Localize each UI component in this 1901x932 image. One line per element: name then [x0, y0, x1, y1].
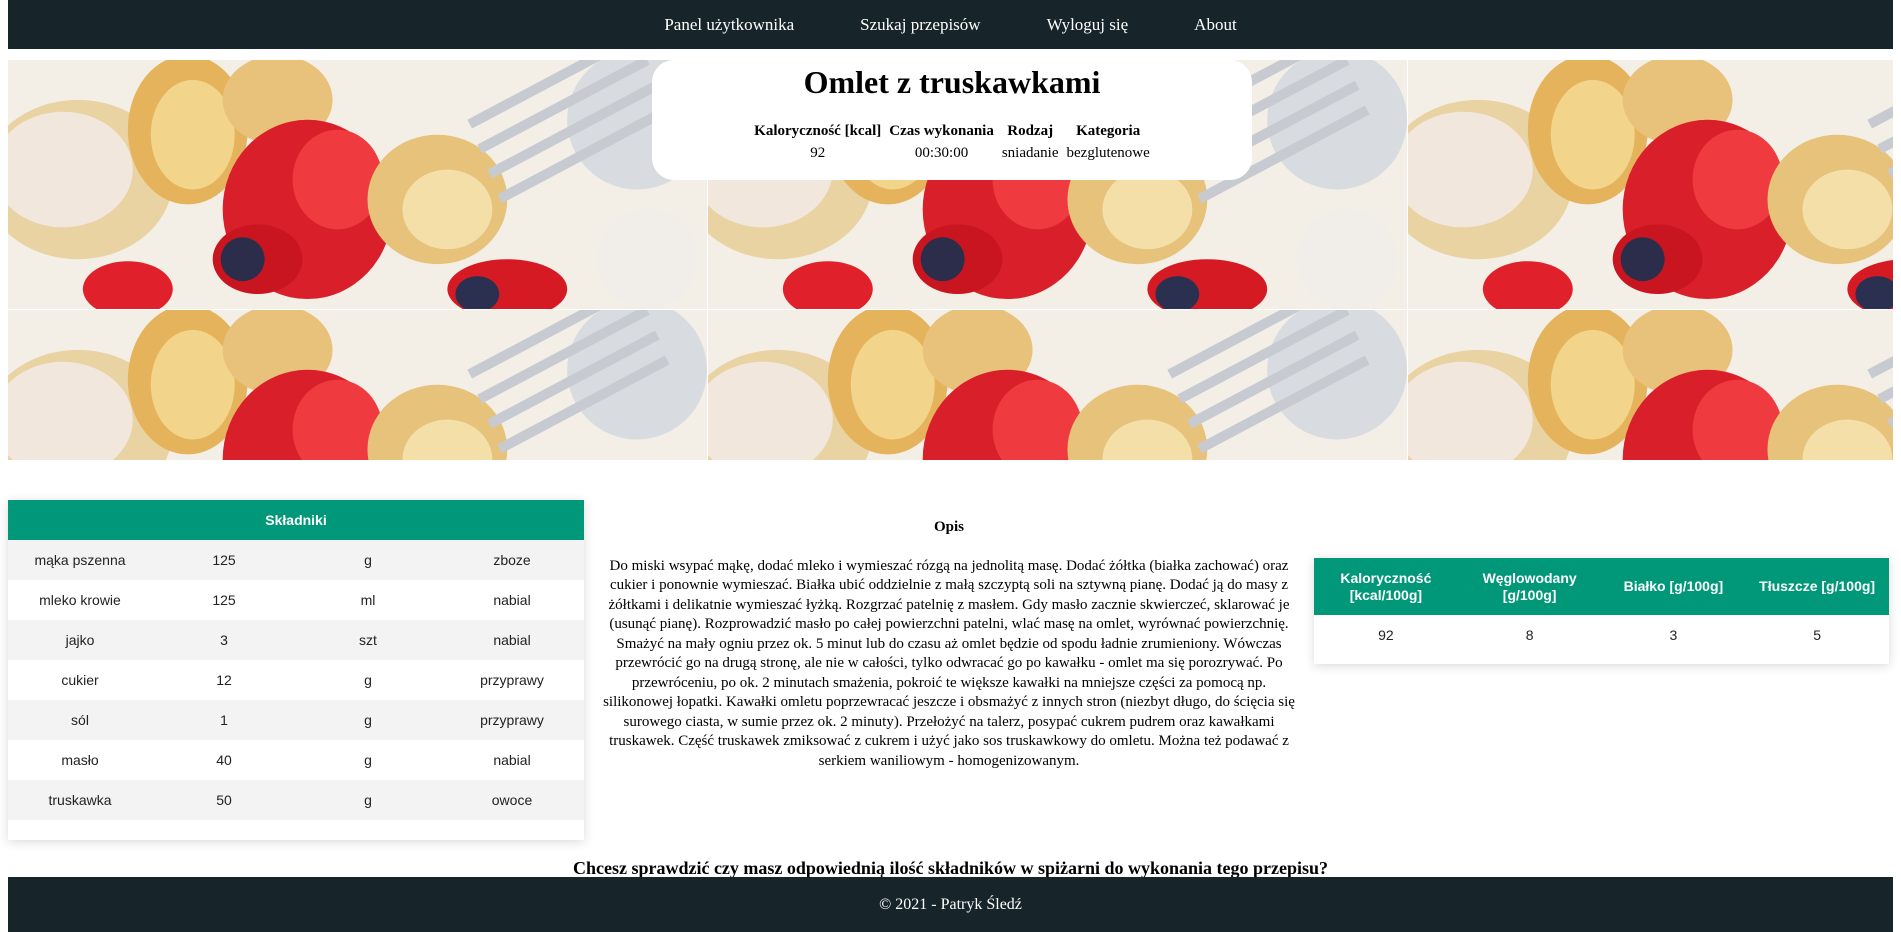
nav-link-logout[interactable]: Wyloguj się [1047, 15, 1129, 35]
table-row: mleko krowie 125 ml nabial [8, 580, 584, 620]
nav-link-search-recipes[interactable]: Szukaj przepisów [860, 15, 980, 35]
ingredient-unit: szt [359, 632, 377, 648]
nav-link-about[interactable]: About [1194, 15, 1237, 35]
nutrition-header-protein: Białko [g/100g] [1623, 578, 1724, 594]
nutrition-value-calories: 92 [1378, 626, 1394, 643]
ingredient-name: cukier [61, 672, 99, 688]
ingredient-unit: g [364, 552, 372, 568]
header-time: Czas wykonania [889, 123, 994, 139]
ingredient-category: zboze [493, 552, 531, 568]
recipe-info-table: Kaloryczność [kcal] Czas wykonania Rodza… [750, 120, 1154, 164]
ingredient-category: przyprawy [480, 712, 544, 728]
header-calories: Kaloryczność [kcal] [754, 123, 882, 139]
value-type: sniadanie [1001, 145, 1059, 161]
ingredient-unit: g [364, 672, 372, 688]
nav-link-user-panel[interactable]: Panel użytkownika [664, 15, 794, 35]
ingredient-category: nabial [493, 752, 531, 768]
ingredient-unit: g [364, 792, 372, 808]
ingredient-name: truskawka [48, 792, 112, 808]
nutrition-header-fat: Tłuszcze [g/100g] [1759, 578, 1876, 594]
ingredient-category: owoce [491, 792, 533, 808]
hero-photo-tile [1408, 60, 1893, 309]
ingredient-name: masło [61, 752, 99, 768]
ingredient-name: mąka pszenna [34, 552, 126, 568]
ingredient-amount: 125 [212, 592, 236, 608]
hero-photo-tile [8, 310, 707, 460]
hero-photo-tile [1408, 310, 1893, 460]
ingredient-unit: g [364, 752, 372, 768]
nutrition-header-carbs: Węglowodany [g/100g] [1482, 569, 1577, 603]
nutrition-value-carbs: 8 [1525, 626, 1534, 643]
ingredient-amount: 3 [220, 632, 228, 648]
top-navbar: Panel użytkownika Szukaj przepisów Wylog… [8, 0, 1893, 49]
header-type: Rodzaj [1007, 123, 1054, 139]
ingredient-category: nabial [493, 592, 531, 608]
ingredient-unit: ml [360, 592, 376, 608]
ingredients-table: Składniki mąka pszenna 125 g zboze mleko kro… [8, 500, 584, 840]
nutrition-value-protein: 3 [1669, 626, 1678, 643]
header-category: Kategoria [1076, 123, 1141, 139]
ingredient-amount: 1 [220, 712, 228, 728]
table-row: sól 1 g przyprawy [8, 700, 584, 740]
value-category: bezglutenowe [1066, 145, 1150, 161]
ingredient-category: nabial [493, 632, 531, 648]
ingredient-amount: 125 [212, 552, 236, 568]
ingredient-amount: 12 [216, 672, 232, 688]
hero-photo-tile [708, 310, 1407, 460]
ingredient-unit: g [364, 712, 372, 728]
hero-photo-tile [8, 60, 707, 309]
ingredient-category: przyprawy [480, 672, 544, 688]
nutrition-header-calories: Kaloryczność [kcal/100g] [1340, 569, 1432, 603]
nutrition-table: Kaloryczność [kcal/100g] Węglowodany [g/… [1314, 558, 1889, 664]
ingredient-amount: 40 [216, 752, 232, 768]
description-section: Opis Do miski wsypać mąkę, dodać mleko i… [598, 518, 1300, 771]
footer-copyright: © 2021 - Patryk Śledź [879, 895, 1022, 913]
footer: © 2021 - Patryk Śledź [8, 877, 1893, 932]
ingredient-amount: 50 [216, 792, 232, 808]
table-row: jajko 3 szt nabial [8, 620, 584, 660]
table-row: mąka pszenna 125 g zboze [8, 540, 584, 580]
table-row: cukier 12 g przyprawy [8, 660, 584, 700]
ingredient-name: mleko krowie [39, 592, 121, 608]
ingredients-header: Składniki [8, 500, 584, 540]
pantry-check-question: Chcesz sprawdzić czy masz odpowiednią il… [572, 858, 1329, 878]
ingredient-name: jajko [65, 632, 95, 648]
nutrition-value-fat: 5 [1813, 626, 1822, 643]
nutrition-header-row: Kaloryczność [kcal/100g] Węglowodany [g/… [1314, 558, 1889, 615]
recipe-info-card: Omlet z truskawkami Kaloryczność [kcal] … [652, 60, 1252, 180]
recipe-title: Omlet z truskawkami [803, 64, 1101, 100]
description-text: Do miski wsypać mąkę, dodać mleko i wymi… [603, 557, 1295, 769]
nutrition-values-row: 92 8 3 5 [1314, 615, 1889, 655]
table-row: masło 40 g nabial [8, 740, 584, 780]
ingredient-name: sól [71, 712, 89, 728]
value-calories: 92 [810, 145, 826, 161]
table-row: truskawka 50 g owoce [8, 780, 584, 820]
value-time: 00:30:00 [914, 145, 969, 161]
description-title: Opis [933, 519, 964, 535]
